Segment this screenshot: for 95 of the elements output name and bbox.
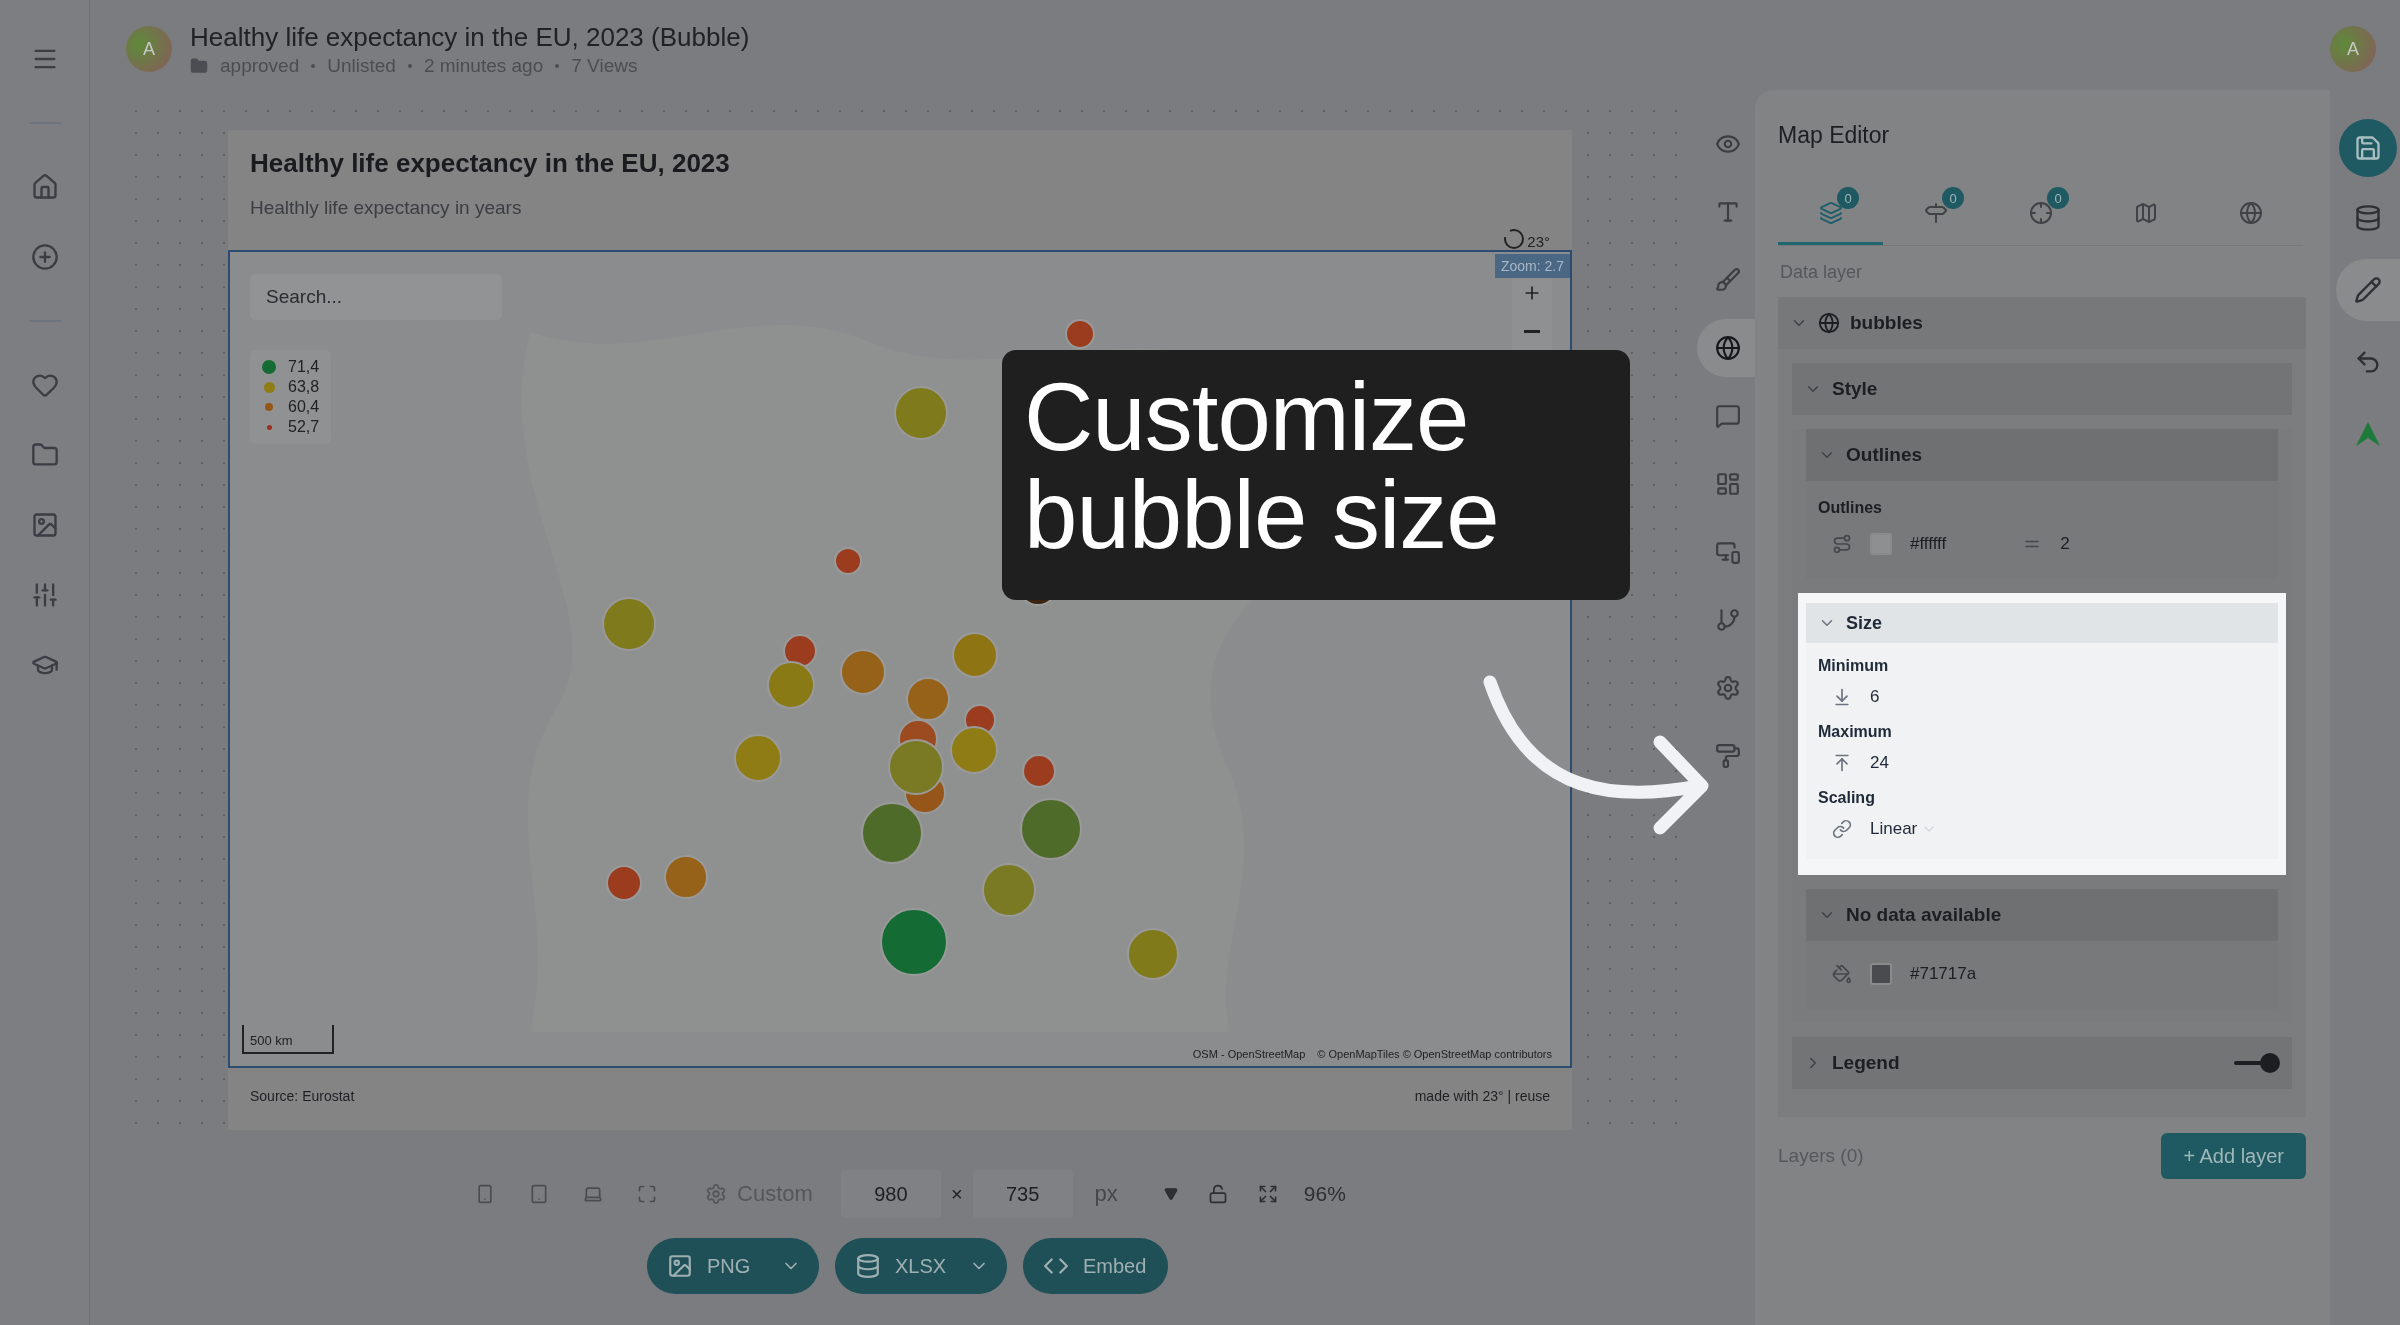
legend-toggle[interactable] bbox=[2234, 1052, 2280, 1074]
editor-tab[interactable]: 0 bbox=[1883, 183, 1988, 245]
color-value[interactable]: #ffffff bbox=[1910, 534, 1947, 554]
number-value[interactable]: 6 bbox=[1870, 687, 1880, 707]
home-icon bbox=[30, 173, 59, 201]
document-title: Healthy life expectancy in the EU, 2023 (Bubble) bbox=[190, 22, 750, 54]
field-label: Scaling bbox=[1818, 789, 1876, 807]
caret-icon bbox=[1163, 1187, 1178, 1201]
field-label: Outlines bbox=[1818, 499, 1883, 517]
count-badge: 0 bbox=[1837, 187, 1859, 209]
chart-subtitle: Healthly life expectancy in years bbox=[250, 197, 523, 219]
legend-label: 63,8 bbox=[288, 378, 320, 396]
database-icon bbox=[2354, 204, 2382, 232]
laptop-icon bbox=[583, 1184, 604, 1204]
brush-icon bbox=[1715, 267, 1741, 293]
fullscreen-icon bbox=[637, 1184, 658, 1204]
devices-icon bbox=[1715, 539, 1741, 565]
globe-icon bbox=[2238, 200, 2263, 225]
expand-icon bbox=[1257, 1184, 1278, 1204]
tablet-icon bbox=[529, 1184, 550, 1204]
link-icon bbox=[1832, 819, 1852, 839]
text-icon bbox=[1715, 199, 1741, 225]
settings-icon bbox=[1715, 675, 1741, 701]
search-field[interactable]: Search... bbox=[250, 274, 502, 320]
no-data-header[interactable]: No data available bbox=[1806, 889, 2278, 941]
width-value[interactable]: 2 bbox=[2060, 534, 2070, 554]
plus-circle-icon bbox=[30, 243, 59, 271]
layout-icon bbox=[1715, 471, 1741, 497]
route-icon bbox=[1832, 534, 1852, 554]
editor-tab[interactable]: 0 bbox=[1988, 183, 2093, 245]
user-avatar[interactable]: A bbox=[2330, 26, 2376, 72]
logo: 23° bbox=[1503, 148, 1550, 250]
arrow-up-to-line-icon bbox=[1832, 753, 1852, 773]
globe-tool-button[interactable] bbox=[1697, 319, 1755, 377]
crosshair-icon bbox=[2028, 200, 2053, 225]
minus-icon bbox=[1524, 329, 1540, 333]
lock-icon bbox=[1207, 1184, 1228, 1204]
legend-label: 60,4 bbox=[288, 398, 320, 416]
speech-bubble-icon bbox=[1715, 403, 1741, 429]
layers-icon bbox=[1818, 200, 1843, 225]
count-badge: 0 bbox=[2047, 187, 2069, 209]
branch-icon bbox=[1715, 607, 1741, 633]
layer-header[interactable]: bubbles bbox=[1778, 297, 2306, 349]
legend-label: 52,7 bbox=[288, 418, 320, 436]
height-field[interactable]: 735 bbox=[972, 1170, 1073, 1218]
map-attribution: © OpenMapTiles © OpenStreetMap contributors bbox=[1317, 1048, 1552, 1060]
map-attribution: OSM - OpenStreetMap bbox=[1192, 1048, 1306, 1060]
zoom-level: Zoom: 2.7 bbox=[1494, 254, 1570, 278]
image-icon bbox=[667, 1253, 693, 1279]
legend-header[interactable]: Legend bbox=[1792, 1037, 2292, 1089]
field-label: Maximum bbox=[1818, 723, 1893, 741]
zoom-percent: 96% bbox=[1303, 1182, 1346, 1206]
globe-icon bbox=[1818, 312, 1840, 334]
save-button[interactable] bbox=[2339, 119, 2397, 177]
settings-icon bbox=[705, 1183, 728, 1205]
pencil-icon bbox=[2354, 276, 2382, 304]
map-icon bbox=[2133, 200, 2158, 225]
sliders-icon bbox=[30, 581, 59, 609]
arrow-down-to-line-icon bbox=[1832, 687, 1852, 707]
legend-label: 71,4 bbox=[288, 358, 320, 376]
export-button[interactable]: PNG bbox=[647, 1238, 819, 1294]
style-header[interactable]: Style bbox=[1792, 363, 2292, 415]
save-icon bbox=[2354, 134, 2382, 162]
editor-tab[interactable]: 0 bbox=[1778, 183, 1883, 245]
color-swatch[interactable] bbox=[1870, 963, 1892, 985]
callout-tooltip: Customize bubble size bbox=[1002, 350, 1630, 600]
scale-bar: 500 km bbox=[242, 1025, 334, 1054]
times-sign: × bbox=[950, 1182, 963, 1206]
paint-bucket-icon bbox=[1832, 964, 1852, 984]
add-layer-button[interactable]: + Add layer bbox=[2161, 1133, 2306, 1179]
database-icon bbox=[855, 1253, 881, 1279]
source-note: Source: Eurostat bbox=[250, 1088, 355, 1104]
credit-note: made with 23° | reuse bbox=[1414, 1088, 1550, 1104]
number-value[interactable]: 24 bbox=[1870, 753, 1889, 773]
scaling-select[interactable]: Linear bbox=[1870, 819, 1938, 839]
chart-title: Healthy life expectancy in the EU, 2023 bbox=[250, 148, 730, 179]
size-header[interactable]: Size bbox=[1806, 603, 2278, 643]
field-label: Minimum bbox=[1818, 657, 1890, 675]
panel-title: Map Editor bbox=[1778, 122, 1891, 149]
avatar: A bbox=[126, 26, 172, 72]
heart-icon bbox=[30, 371, 59, 399]
logo-icon bbox=[2354, 420, 2382, 448]
folder-icon bbox=[30, 441, 59, 469]
globe-icon bbox=[1715, 335, 1741, 361]
export-button[interactable]: XLSX bbox=[835, 1238, 1007, 1294]
export-button[interactable]: Embed bbox=[1023, 1238, 1168, 1294]
signpost-icon bbox=[1923, 200, 1948, 225]
folder-icon bbox=[190, 57, 208, 76]
paint-roller-icon bbox=[1715, 743, 1741, 769]
outlines-header[interactable]: Outlines bbox=[1806, 429, 2278, 481]
width-field[interactable]: 980 bbox=[840, 1170, 941, 1218]
image-icon bbox=[30, 511, 59, 539]
pencil-button[interactable] bbox=[2336, 259, 2400, 321]
count-badge: 0 bbox=[1942, 187, 1964, 209]
color-value[interactable]: #71717a bbox=[1910, 964, 1977, 984]
